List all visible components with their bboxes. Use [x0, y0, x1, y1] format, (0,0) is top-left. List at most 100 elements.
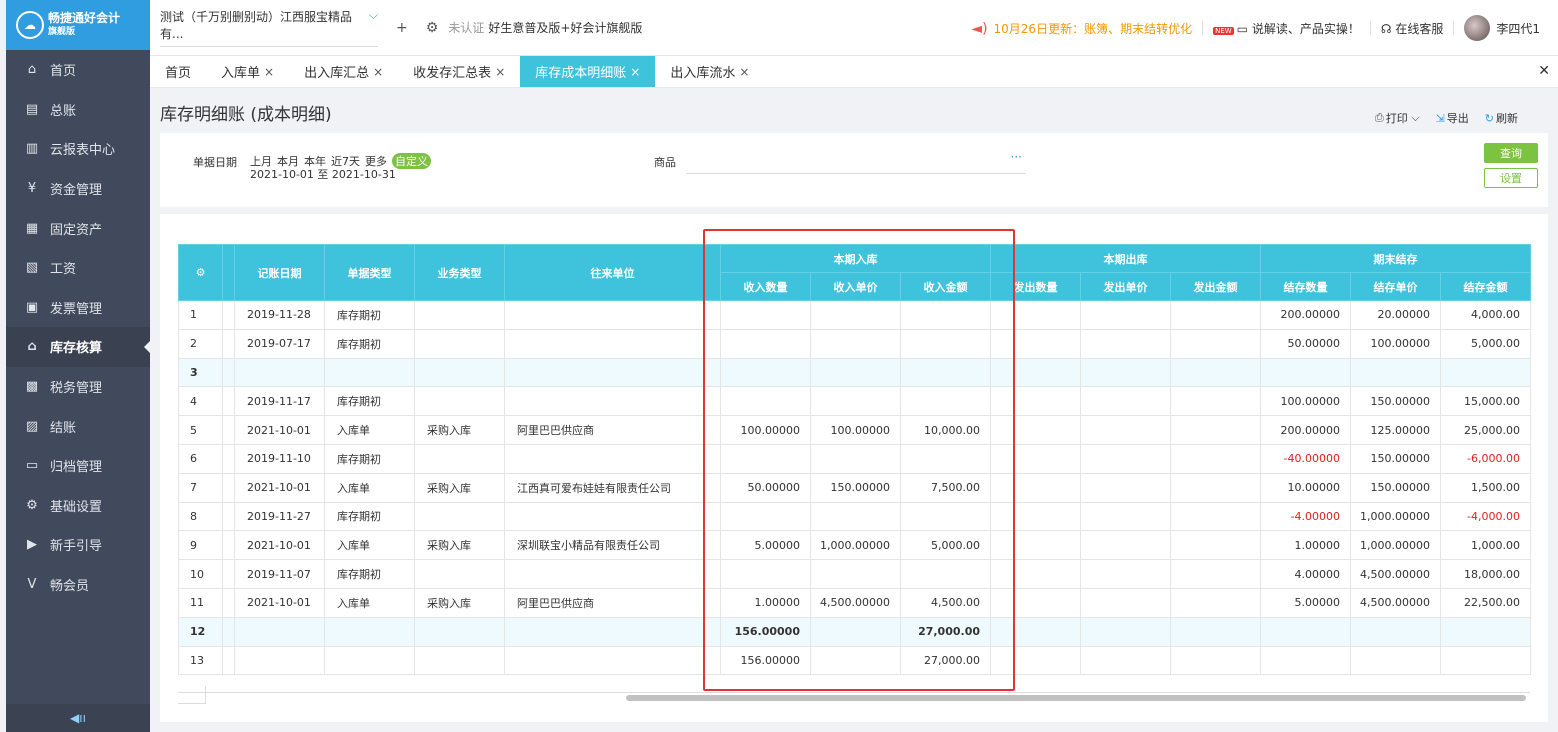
table-row[interactable]: 13 156.00000 27,000.00: [178, 645, 1531, 676]
settings-button[interactable]: 设置: [1484, 168, 1538, 188]
row-index: 13: [178, 645, 223, 676]
close-icon[interactable]: ×: [264, 65, 274, 79]
tab-2[interactable]: 出入库汇总 ×: [289, 56, 398, 87]
cell-doc-type: 入库单: [324, 587, 415, 618]
table-row[interactable]: 5 2021-10-01 入库单 采购入库 阿里巴巴供应商 100.00000 100.00…: [178, 415, 1531, 445]
table-row[interactable]: 12 156.00000 27,000.00: [178, 616, 1531, 647]
table-row[interactable]: 7 2021-10-01 入库单 采购入库 江西真可爱布娃娃有限责任公司 50.00000…: [178, 472, 1531, 503]
collapse-sidebar-button[interactable]: ◀ıı: [6, 704, 150, 732]
cell-end-qty: -4.00000: [1260, 501, 1351, 532]
col-header-end-qty[interactable]: 结存数量: [1260, 272, 1351, 301]
close-icon[interactable]: ×: [630, 65, 640, 79]
refresh-button[interactable]: ↻ 刷新: [1485, 110, 1518, 126]
tab-0[interactable]: 首页: [150, 56, 206, 87]
auth-status[interactable]: 未认证: [448, 19, 484, 36]
brand-name: 畅捷通好会计 旗舰版: [48, 11, 120, 39]
sidebar-item-close-books[interactable]: ▨ 结账: [6, 406, 150, 446]
more-icon[interactable]: ···: [1011, 150, 1022, 164]
close-icon[interactable]: ×: [739, 65, 749, 79]
cell-partner: [504, 559, 721, 589]
update-notice[interactable]: ◄) 10月26日更新：账簿、期末结转优化: [971, 20, 1192, 37]
company-name: 测试（千万别删别动）江西服宝精品有...: [160, 10, 353, 41]
table-row[interactable]: 6 2019-11-10 库存期初 -40.00000 150.00000 -6,000.…: [178, 443, 1531, 474]
table-row[interactable]: 2 2019-07-17 库存期初 50.00000 100.00000 5,000.00: [178, 328, 1531, 359]
cell-out-price: [1080, 328, 1171, 359]
tab-3[interactable]: 收发存汇总表 ×: [398, 56, 520, 87]
row-spacer: [222, 559, 235, 589]
support-link[interactable]: ☊ 在线客服: [1381, 20, 1444, 37]
sidebar-item-ledger[interactable]: ▤ 总账: [6, 90, 150, 130]
table-row[interactable]: 4 2019-11-17 库存期初 100.00000 150.00000 15,000.…: [178, 386, 1531, 417]
sidebar-item-label: 畅会员: [50, 579, 90, 595]
cell-date: 2019-07-17: [234, 328, 325, 359]
col-header-end-price[interactable]: 结存单价: [1350, 272, 1441, 301]
goods-input[interactable]: ···: [686, 148, 1026, 174]
close-icon[interactable]: ×: [495, 65, 505, 79]
sidebar-item-warehouse[interactable]: ⌂ 库存核算: [6, 327, 150, 367]
table-row[interactable]: 3: [178, 357, 1531, 388]
cell-in-price: [810, 386, 901, 417]
cell-in-amount: 5,000.00: [900, 530, 991, 561]
table-row[interactable]: 1 2019-11-28 库存期初 200.00000 20.00000 4,000.00: [178, 300, 1531, 330]
user-name[interactable]: 李四代1: [1496, 20, 1540, 37]
row-spacer: [222, 472, 235, 503]
sidebar-item-label: 结账: [50, 420, 77, 436]
col-header-biz-type[interactable]: 业务类型: [414, 244, 505, 301]
sidebar-item-salary[interactable]: ▧ 工资: [6, 248, 150, 288]
cell-doc-type: 库存期初: [324, 386, 415, 417]
export-button[interactable]: ⇲ 导出: [1436, 110, 1469, 126]
table-row[interactable]: 9 2021-10-01 入库单 采购入库 深圳联宝小精品有限责任公司 5.00000 1,…: [178, 530, 1531, 561]
horizontal-scrollbar[interactable]: [178, 692, 1530, 701]
sidebar-item-chart[interactable]: ▥ 云报表中心: [6, 129, 150, 169]
scrollbar-thumb[interactable]: [626, 695, 1526, 701]
table-row[interactable]: 11 2021-10-01 入库单 采购入库 阿里巴巴供应商 1.00000 4,500.0…: [178, 587, 1531, 618]
col-header-doc-type[interactable]: 单据类型: [324, 244, 415, 301]
column-settings-icon[interactable]: ⚙: [178, 244, 223, 301]
tab-1[interactable]: 入库单 ×: [206, 56, 289, 87]
custom-range-option[interactable]: 自定义: [392, 153, 431, 169]
sidebar-item-invoice[interactable]: ▣ 发票管理: [6, 288, 150, 328]
sidebar-item-tax[interactable]: ▩ 税务管理: [6, 367, 150, 407]
row-index: 10: [178, 559, 223, 589]
print-button[interactable]: ⎙ 打印 ⌵: [1375, 110, 1420, 126]
sidebar-item-archive[interactable]: ▭ 归档管理: [6, 446, 150, 486]
avatar[interactable]: [1464, 15, 1491, 41]
company-selector[interactable]: 测试（千万别删别动）江西服宝精品有... ⌵: [160, 8, 378, 47]
col-header-out-qty[interactable]: 发出数量: [990, 272, 1081, 301]
col-header-partner[interactable]: 往来单位: [504, 244, 721, 301]
sidebar-item-home[interactable]: ⌂ 首页: [6, 50, 150, 90]
sidebar-item-guide[interactable]: ▶ 新手引导: [6, 525, 150, 565]
col-header-in-price[interactable]: 收入单价: [810, 272, 901, 301]
close-books-icon: ▨: [25, 418, 39, 434]
close-all-tabs-icon[interactable]: ✕: [1538, 63, 1550, 79]
date-range-value[interactable]: 2021-10-01 至 2021-10-31: [250, 166, 396, 182]
col-header-end-amount[interactable]: 结存金额: [1440, 272, 1531, 301]
settings-icon[interactable]: ⚙: [426, 20, 439, 36]
tab-5[interactable]: 出入库流水 ×: [655, 56, 764, 87]
sidebar-item-label: 发票管理: [50, 301, 103, 317]
table-row[interactable]: 8 2019-11-27 库存期初 -4.00000 1,000.00000 -4,000…: [178, 501, 1531, 532]
table-row[interactable]: 10 2019-11-07 库存期初 4.00000 4,500.00000 18,000…: [178, 559, 1531, 589]
tutorial-link[interactable]: NEW ▭ 说解读、产品实操！: [1213, 20, 1360, 37]
add-icon[interactable]: +: [396, 20, 408, 36]
sidebar-item-asset[interactable]: ▦ 固定资产: [6, 208, 150, 248]
sidebar-item-money[interactable]: ¥ 资金管理: [6, 169, 150, 209]
row-index: 2: [178, 328, 223, 359]
col-header-out-amount[interactable]: 发出金额: [1170, 272, 1261, 301]
sidebar-item-vip[interactable]: V 畅会员: [6, 565, 150, 605]
cell-end-qty: 5.00000: [1260, 587, 1351, 618]
col-header-date[interactable]: 记账日期: [234, 244, 325, 301]
col-header-out-price[interactable]: 发出单价: [1080, 272, 1171, 301]
cell-biz-type: 采购入库: [414, 587, 505, 618]
close-icon[interactable]: ×: [373, 65, 383, 79]
query-button[interactable]: 查询: [1484, 143, 1538, 163]
col-header-in-amount[interactable]: 收入金额: [900, 272, 991, 301]
col-header-in-qty[interactable]: 收入数量: [720, 272, 811, 301]
row-spacer: [222, 443, 235, 474]
cell-out-qty: [990, 645, 1081, 676]
brand-logo[interactable]: ☁ 畅捷通好会计 旗舰版: [6, 0, 150, 50]
tab-4[interactable]: 库存成本明细账 ×: [520, 56, 656, 87]
cell-out-amount: [1170, 472, 1261, 503]
sidebar-item-gear[interactable]: ⚙ 基础设置: [6, 486, 150, 526]
brand-name-text: 畅捷通好会计: [48, 11, 121, 25]
